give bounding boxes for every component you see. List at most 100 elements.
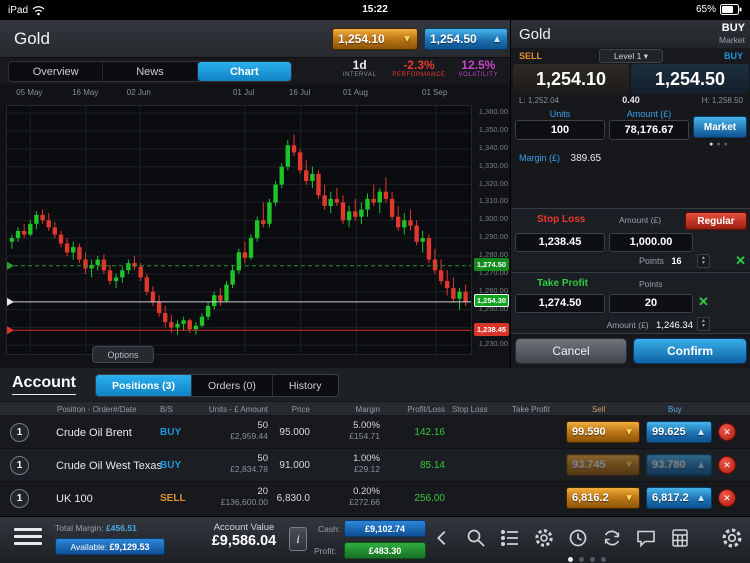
stop-loss-remove-button[interactable]: ✕ bbox=[735, 253, 746, 269]
row-buy-button[interactable]: 93.780 ▲ bbox=[646, 454, 712, 476]
profit-value: £483.30 bbox=[368, 546, 402, 556]
watchlist-icon[interactable] bbox=[498, 525, 522, 551]
instrument-header: Gold 1,254.10 ▼ 1,254.50 ▲ bbox=[0, 20, 510, 58]
stop-loss-amount-input[interactable]: 1,000.00 bbox=[609, 233, 693, 252]
stop-loss-section: Stop Loss Amount (£) Regular 1,238.45 1,… bbox=[511, 208, 750, 270]
chart-meta: 1d INTERVAL -2.3% PERFORMANCE 12.5% VOLA… bbox=[330, 59, 508, 83]
settings-gear-icon[interactable] bbox=[720, 525, 744, 551]
col-profit-loss: Profit/Loss bbox=[407, 405, 445, 414]
price-marker-tag: 1,254.30 bbox=[474, 294, 509, 308]
close-position-button[interactable]: ✕ bbox=[718, 489, 736, 507]
position-count-badge[interactable]: 1 bbox=[10, 456, 29, 475]
market-order-button[interactable]: Market bbox=[693, 116, 747, 138]
close-position-button[interactable]: ✕ bbox=[718, 456, 736, 474]
tab-overview[interactable]: Overview bbox=[9, 62, 104, 81]
price-tick: 1,360.00 bbox=[478, 107, 508, 117]
position-name: UK 100 bbox=[56, 493, 93, 505]
row-sell-button[interactable]: 6,816.2 ▼ bbox=[566, 487, 640, 509]
account-tabs: Positions (3) Orders (0) History bbox=[95, 374, 339, 397]
take-profit-points-input[interactable]: 20 bbox=[609, 294, 693, 313]
position-count-badge[interactable]: 1 bbox=[10, 423, 29, 442]
date-tick: 16 Jul bbox=[288, 88, 311, 97]
header-sell-price-button[interactable]: 1,254.10 ▼ bbox=[332, 28, 418, 50]
col-margin: Margin bbox=[355, 405, 380, 414]
position-units: 50 £2,959.44 bbox=[230, 420, 268, 441]
price-tick: 1,330.00 bbox=[478, 160, 508, 170]
level-dropdown[interactable]: Level 1 ▾ bbox=[599, 49, 663, 63]
ticket-sell-price[interactable]: 1,254.10 bbox=[513, 64, 629, 94]
ticket-buy-price[interactable]: 1,254.50 bbox=[631, 64, 749, 94]
down-arrow-icon: ▼ bbox=[402, 33, 412, 45]
battery-icon bbox=[720, 4, 742, 15]
row-sell-button[interactable]: 93.745 ▼ bbox=[566, 454, 640, 476]
profit-badge: £483.30 bbox=[344, 542, 426, 559]
chat-icon[interactable] bbox=[634, 525, 658, 551]
price-marker-tag: 1,238.45 bbox=[474, 322, 509, 336]
available-label: Available: bbox=[70, 542, 108, 552]
position-row: 1 Crude Oil West Texas BUY 50 £2,834.78 9… bbox=[0, 449, 750, 482]
date-tick: 01 Sep bbox=[422, 88, 448, 97]
order-type-dots: ●●● bbox=[709, 141, 731, 148]
col-buy: Buy bbox=[668, 405, 682, 414]
interval-label: INTERVAL bbox=[342, 72, 377, 78]
tab-news[interactable]: News bbox=[103, 62, 198, 81]
confirm-button[interactable]: Confirm bbox=[633, 338, 747, 364]
take-profit-amount-stepper[interactable]: ▲ ▼ bbox=[697, 317, 710, 331]
interval-meta[interactable]: 1d INTERVAL bbox=[330, 59, 389, 83]
tab-history[interactable]: History bbox=[273, 375, 338, 396]
row-sell-button[interactable]: 99.590 ▼ bbox=[566, 421, 640, 443]
stop-loss-points-stepper[interactable]: ▲ ▼ bbox=[697, 254, 710, 268]
tab-positions[interactable]: Positions (3) bbox=[96, 375, 193, 396]
menu-icon[interactable] bbox=[14, 528, 42, 549]
account-value-label: Account Value bbox=[213, 522, 275, 533]
price-tick: 1,260.00 bbox=[478, 285, 508, 295]
day-low: L: 1,252.04 bbox=[519, 96, 560, 105]
stop-loss-amount-label: Amount (£) bbox=[619, 215, 662, 225]
instrument-title: Gold bbox=[14, 29, 50, 48]
amount-input[interactable]: 78,176.67 bbox=[609, 120, 689, 140]
position-margin: 1.00% £29.12 bbox=[353, 453, 380, 474]
ticket-side-row: SELL Level 1 ▾ BUY bbox=[511, 48, 750, 64]
stop-loss-price-input[interactable]: 1,238.45 bbox=[515, 233, 605, 252]
down-arrow-icon: ▼ bbox=[624, 426, 634, 438]
candlestick-chart[interactable] bbox=[6, 105, 472, 355]
search-icon[interactable] bbox=[464, 525, 488, 551]
up-arrow-icon: ▲ bbox=[696, 459, 706, 471]
position-margin: 5.00% £154.71 bbox=[349, 420, 380, 441]
take-profit-amount-label: Amount (£) bbox=[606, 320, 649, 330]
take-profit-amount-row: Amount (£) 1,246.34 bbox=[511, 320, 693, 331]
take-profit-price-input[interactable]: 1,274.50 bbox=[515, 294, 605, 313]
margin-row: Margin (£) 389.65 bbox=[519, 153, 601, 164]
position-profit-loss: 142.16 bbox=[414, 427, 445, 438]
date-tick: 16 May bbox=[72, 88, 99, 97]
info-button[interactable]: i bbox=[289, 527, 307, 551]
clock-icon[interactable] bbox=[566, 525, 590, 551]
col-bs: B/S bbox=[160, 405, 173, 414]
position-count-badge[interactable]: 1 bbox=[10, 489, 29, 508]
tab-chart[interactable]: Chart bbox=[197, 62, 291, 81]
ticket-instrument-title: Gold bbox=[519, 26, 551, 43]
calculator-icon[interactable] bbox=[668, 525, 692, 551]
position-side: BUY bbox=[160, 427, 182, 438]
cancel-button[interactable]: Cancel bbox=[515, 338, 627, 364]
candlestick-chart-area: 05 May 16 May 02 Jun 01 Jul 16 Jul 01 Aug 01 S… bbox=[0, 84, 510, 368]
header-buy-price-button[interactable]: 1,254.50 ▲ bbox=[424, 28, 508, 50]
refresh-icon[interactable] bbox=[600, 525, 624, 551]
page-dots[interactable] bbox=[568, 557, 606, 562]
stop-loss-type-button[interactable]: Regular bbox=[685, 212, 747, 230]
price-tick: 1,300.00 bbox=[478, 214, 508, 224]
take-profit-remove-button[interactable]: ✕ bbox=[698, 294, 709, 310]
units-input[interactable]: 100 bbox=[515, 120, 605, 140]
position-name: Crude Oil Brent bbox=[56, 427, 132, 439]
order-ticket-panel: Gold BUY Market SELL Level 1 ▾ BUY 1,254… bbox=[510, 20, 750, 368]
chart-tab-row: Overview News Chart 1d INTERVAL -2.3% PE… bbox=[0, 58, 510, 84]
close-position-button[interactable]: ✕ bbox=[718, 423, 736, 441]
row-sell-price: 93.745 bbox=[572, 459, 606, 471]
chart-options-button[interactable]: Options bbox=[92, 346, 154, 363]
row-buy-button[interactable]: 6,817.2 ▲ bbox=[646, 487, 712, 509]
gear-icon[interactable] bbox=[532, 525, 556, 551]
tab-orders[interactable]: Orders (0) bbox=[192, 375, 273, 396]
back-chevron-icon[interactable] bbox=[430, 525, 454, 551]
total-margin-value: £456.51 bbox=[106, 523, 137, 533]
row-buy-button[interactable]: 99.625 ▲ bbox=[646, 421, 712, 443]
